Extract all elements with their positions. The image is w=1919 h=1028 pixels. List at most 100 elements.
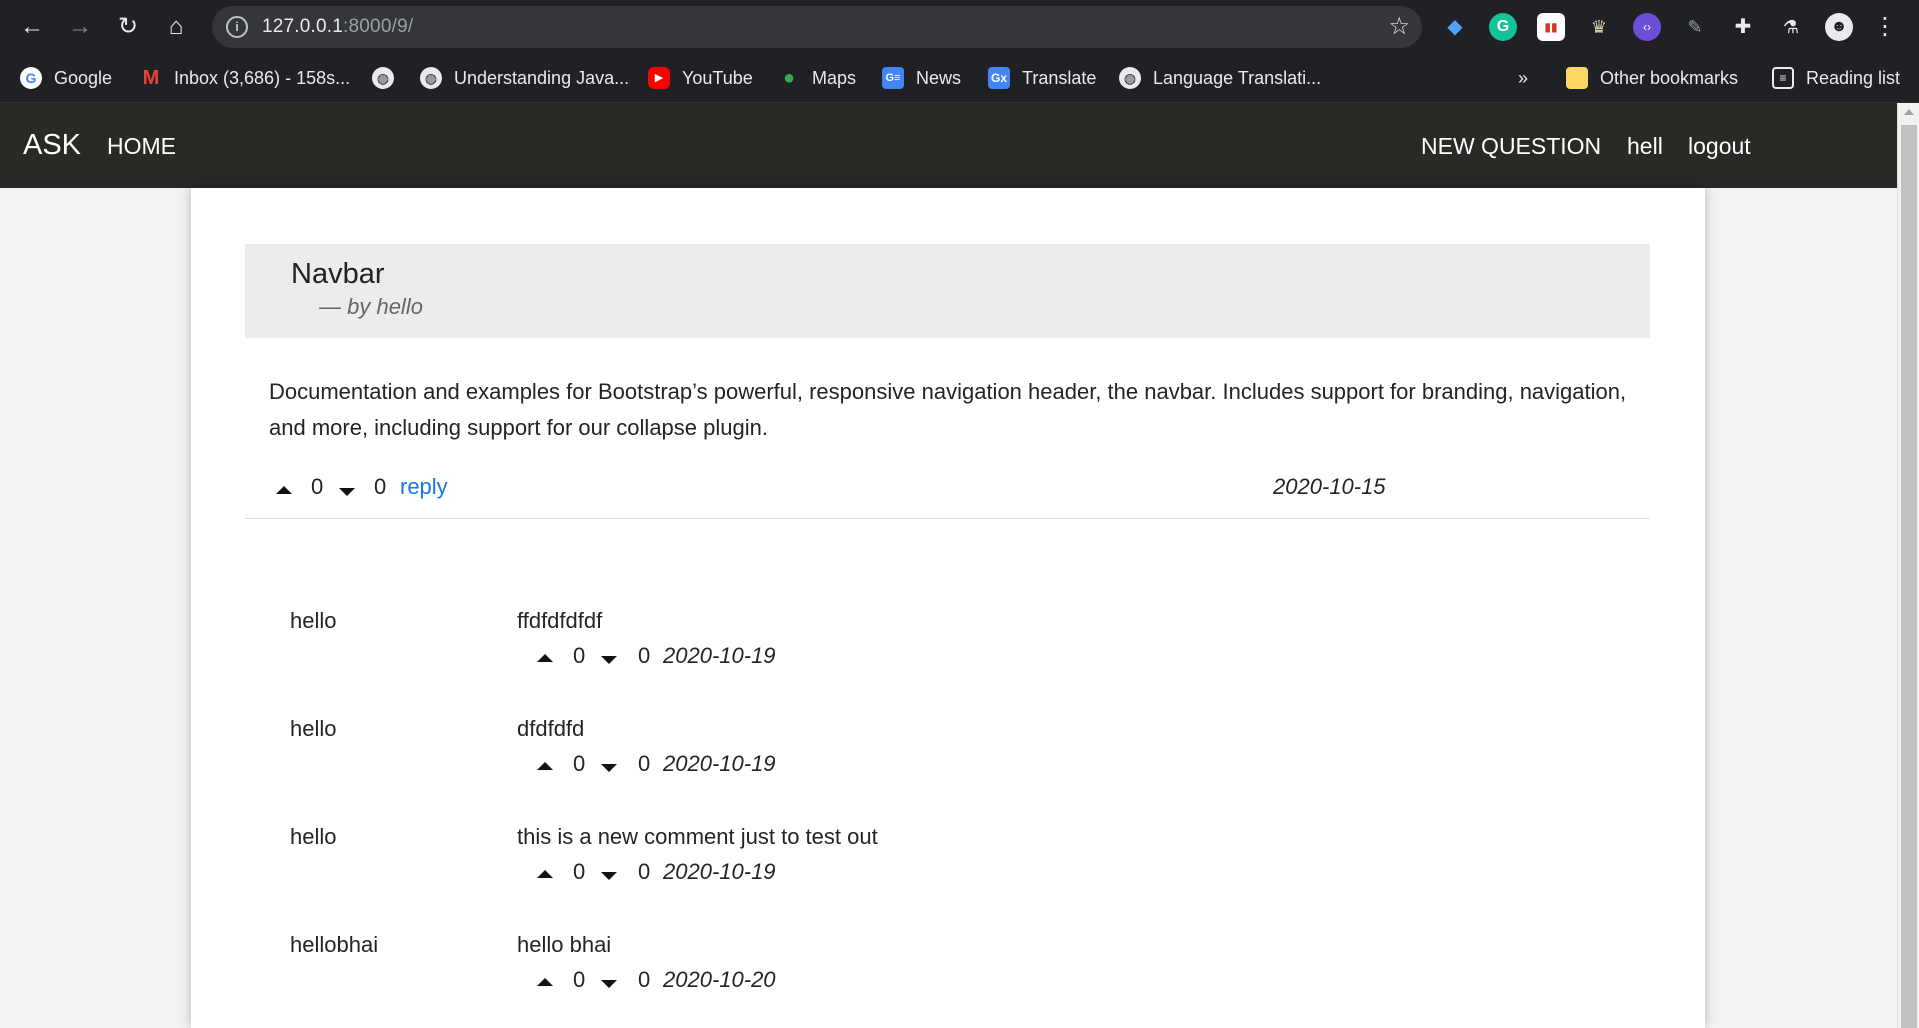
nav-logout-link[interactable]: logout [1688, 133, 1751, 160]
bookmark-language-translation[interactable]: ◍ Language Translati... [1119, 63, 1321, 93]
comment-date: 2020-10-19 [663, 859, 776, 884]
comment-item: hello this is a new comment just to test… [191, 824, 1705, 932]
brand-logo[interactable]: ASK [23, 129, 81, 162]
gem-extension-icon[interactable]: ◆ [1441, 13, 1469, 41]
profile-avatar-icon[interactable]: ☻ [1825, 13, 1853, 41]
upvote-count: 0 [573, 859, 586, 884]
bookmark-label: Language Translati... [1153, 67, 1322, 88]
browser-toolbar: ← → ↻ ⌂ i 127.0.0.1:8000/9/ ☆ ◆ G ▮▮ ♛ ‹… [0, 0, 1919, 55]
downvote-icon[interactable] [601, 872, 617, 880]
upvote-icon[interactable] [537, 978, 553, 986]
code-extension-icon[interactable]: ‹› [1633, 13, 1661, 41]
bookmark-inbox[interactable]: M Inbox (3,686) - 158s... [140, 63, 350, 93]
bookmark-label: Understanding Java... [454, 67, 630, 88]
nav-new-question-link[interactable]: NEW QUESTION [1421, 133, 1601, 160]
bookmark-label: Google [54, 67, 113, 88]
scrollbar-thumb[interactable] [1901, 125, 1917, 1028]
upvote-count: 0 [573, 967, 586, 992]
url-host: 127.0.0.1 [262, 16, 344, 37]
labs-flask-icon[interactable]: ⚗ [1777, 13, 1805, 41]
bookmark-label: Inbox (3,686) - 158s... [174, 67, 351, 88]
back-icon[interactable]: ← [14, 9, 50, 45]
reply-link[interactable]: reply [400, 474, 448, 500]
downvote-icon[interactable] [601, 764, 617, 772]
bookmark-maps[interactable]: ● Maps [778, 63, 856, 93]
translate-icon: Gx [988, 67, 1010, 89]
question-author: — by hello [319, 294, 423, 319]
home-icon[interactable]: ⌂ [158, 9, 194, 45]
downvote-count: 0 [638, 643, 651, 668]
folder-icon: ■ [1566, 67, 1588, 89]
reload-icon[interactable]: ↻ [110, 9, 146, 45]
news-icon: G≡ [882, 67, 904, 89]
comment-text: this is a new comment just to test out [517, 824, 878, 849]
comment-author: hello [290, 824, 337, 849]
comment-item: hellobhai hello bhai 0 0 2020-10-20 [191, 932, 1705, 1028]
bookmark-globe[interactable]: ◍ [372, 63, 406, 93]
bookmark-label: Maps [812, 67, 857, 88]
question-meta: 0 0 reply 2020-10-15 [245, 474, 1650, 519]
overflow-chevron-icon: » [1518, 67, 1529, 88]
bookmark-news[interactable]: G≡ News [882, 63, 961, 93]
other-bookmarks[interactable]: ■ Other bookmarks [1566, 63, 1738, 93]
bookmark-understanding-java[interactable]: ◍ Understanding Java... [420, 63, 629, 93]
color-extension-icon[interactable]: ▮▮ [1537, 13, 1565, 41]
gmail-icon: M [142, 67, 160, 89]
address-bar[interactable]: i 127.0.0.1:8000/9/ ☆ [212, 6, 1422, 48]
site-navbar: ASK HOME NEW QUESTION hell logout [0, 103, 1897, 188]
bookmark-translate[interactable]: Gx Translate [988, 63, 1096, 93]
downvote-count: 0 [638, 751, 651, 776]
comment-text: ffdfdfdfdf [517, 608, 603, 633]
bookmark-label: YouTube [682, 67, 753, 88]
site-info-icon[interactable]: i [226, 16, 248, 38]
question-header: Navbar — by hello [245, 244, 1650, 338]
nav-user-link[interactable]: hell [1627, 133, 1663, 160]
upvote-icon[interactable] [537, 654, 553, 662]
pen-extension-icon[interactable]: ✎ [1681, 13, 1709, 41]
bookmark-google[interactable]: G Google [20, 63, 112, 93]
downvote-count: 0 [638, 967, 651, 992]
forward-icon[interactable]: → [62, 9, 98, 45]
upvote-count: 0 [573, 751, 586, 776]
downvote-icon[interactable] [601, 980, 617, 988]
upvote-icon[interactable] [276, 486, 292, 494]
reading-list-icon: ≡ [1772, 67, 1794, 89]
comment-date: 2020-10-19 [663, 751, 776, 776]
page-scrollbar[interactable] [1897, 103, 1919, 1028]
grammarly-icon[interactable]: G [1489, 13, 1517, 41]
upvote-count: 0 [573, 643, 586, 668]
comment-author: hellobhai [290, 932, 379, 957]
comment-date: 2020-10-19 [663, 643, 776, 668]
upvote-icon[interactable] [537, 762, 553, 770]
maps-pin-icon: ● [782, 67, 796, 89]
question-body: Documentation and examples for Bootstrap… [269, 379, 1627, 440]
puzzle-extensions-icon[interactable]: ✚ [1729, 13, 1757, 41]
upvote-icon[interactable] [537, 870, 553, 878]
globe-icon: ◍ [420, 67, 442, 89]
nav-home-link[interactable]: HOME [107, 133, 176, 160]
url-text[interactable]: 127.0.0.1:8000/9/ [262, 16, 413, 38]
main-container: Navbar — by hello Documentation and exam… [191, 188, 1705, 1028]
question-title: Navbar [291, 258, 385, 290]
bookmarks-overflow-button[interactable]: » [1518, 63, 1528, 93]
google-icon: G [20, 67, 42, 89]
comment-author: hello [290, 608, 337, 633]
reading-list[interactable]: ≡ Reading list [1772, 63, 1900, 93]
url-path: :8000/9/ [343, 16, 414, 37]
bookmark-label: Translate [1022, 67, 1097, 88]
globe-icon: ◍ [372, 67, 394, 89]
browser-menu-icon[interactable]: ⋮ [1873, 12, 1897, 42]
downvote-icon[interactable] [601, 656, 617, 664]
question-date: 2020-10-15 [1273, 474, 1386, 499]
comment-text: dfdfdfd [517, 716, 585, 741]
scroll-up-arrow-icon[interactable] [1904, 109, 1914, 115]
youtube-icon: ▶ [648, 67, 670, 89]
comment-item: hello dfdfdfd 0 0 2020-10-19 [191, 716, 1705, 824]
brush-extension-icon[interactable]: ♛ [1585, 13, 1613, 41]
globe-icon: ◍ [1119, 67, 1141, 89]
bookmark-star-icon[interactable]: ☆ [1388, 12, 1410, 42]
comment-item: hello ffdfdfdfdf 0 0 2020-10-19 [191, 608, 1705, 716]
bookmark-youtube[interactable]: ▶ YouTube [648, 63, 753, 93]
upvote-count: 0 [311, 474, 324, 499]
downvote-icon[interactable] [339, 488, 355, 496]
